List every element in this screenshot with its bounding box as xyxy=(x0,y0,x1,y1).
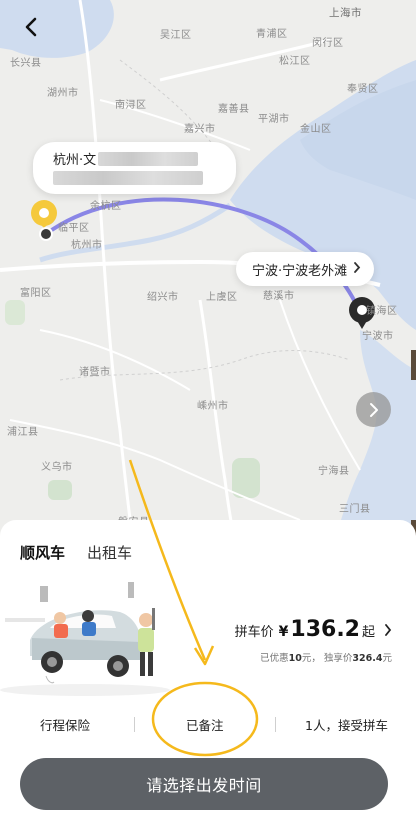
map-label-nanxun: 南浔区 xyxy=(115,100,147,111)
map-label-ningbo: 宁波市 xyxy=(362,331,394,342)
chevron-right-icon xyxy=(369,402,378,417)
discount-unit: 元， xyxy=(301,653,321,664)
map-label-shaoxing: 绍兴市 xyxy=(147,292,179,303)
tab-taxi[interactable]: 出租车 xyxy=(87,542,132,563)
map-label-sanmen: 三门县 xyxy=(339,504,371,515)
chevron-right-icon xyxy=(353,262,361,276)
chevron-left-icon xyxy=(25,17,37,37)
origin-address-detail-redacted xyxy=(53,171,203,185)
map-label-zhuji: 诸暨市 xyxy=(79,367,111,378)
map-label-yiwu: 义乌市 xyxy=(41,462,73,473)
tab-carpool-label: 顺风车 xyxy=(20,544,66,562)
tab-taxi-label: 出租车 xyxy=(87,544,133,562)
exclusive-prefix: 独享价 xyxy=(323,653,353,664)
booking-panel: 顺风车 出租车 拼车价 ¥ 136.2 起 已优惠10元， 独享价326.4元 … xyxy=(0,520,416,824)
tab-carpool[interactable]: 顺风车 xyxy=(13,542,72,565)
edge-thumbnail xyxy=(411,350,416,380)
map-label-shengzhou: 嵊州市 xyxy=(197,401,229,412)
currency-symbol: ¥ xyxy=(278,624,289,640)
passengers-option[interactable]: 1人，接受拼车 xyxy=(305,715,388,734)
map-label-hangzhou: 杭州市 xyxy=(71,240,103,251)
map-label-fengxian: 奉贤区 xyxy=(347,84,379,95)
map-label-pujiang: 浦江县 xyxy=(7,427,39,438)
price-value: 136.2 xyxy=(290,617,360,642)
map-label-jinshan: 金山区 xyxy=(300,124,332,135)
map-label-shanghai: 上海市 xyxy=(329,7,362,19)
service-tabs: 顺风车 出租车 xyxy=(13,542,154,565)
select-departure-time-button[interactable]: 请选择出发时间 xyxy=(20,758,388,810)
map-label-songjiang: 松江区 xyxy=(279,56,311,67)
origin-address-bubble[interactable]: 杭州·文 xyxy=(33,142,236,194)
map-label-changxing: 长兴县 xyxy=(10,58,42,69)
map-label-shangyu: 上虞区 xyxy=(206,292,238,303)
map-label-huzhou: 湖州市 xyxy=(47,88,79,99)
chevron-right-icon xyxy=(384,624,392,640)
map-label-linping: 临平区 xyxy=(58,223,90,234)
map-label-jiaxing: 嘉兴市 xyxy=(184,124,216,135)
map-label-wujiang: 吴江区 xyxy=(160,30,192,41)
map-label-fuyang: 富阳区 xyxy=(20,288,52,299)
map-label-jiashan: 嘉善县 xyxy=(218,104,250,115)
divider xyxy=(275,717,276,732)
origin-address-redacted xyxy=(98,151,199,166)
origin-pin xyxy=(31,200,57,241)
carpool-illustration xyxy=(0,582,170,696)
trip-options: 行程保险 已备注 1人，接受拼车 xyxy=(0,710,416,740)
destination-address-bubble[interactable]: 宁波·宁波老外滩 xyxy=(236,252,374,286)
price-label: 拼车价 xyxy=(234,625,274,640)
map-label-yuhang: 余杭区 xyxy=(90,201,122,212)
back-button[interactable] xyxy=(16,12,46,42)
note-option[interactable]: 已备注 xyxy=(186,715,224,734)
map-label-qingpu: 青浦区 xyxy=(256,29,288,40)
origin-city: 杭州·文 xyxy=(53,153,97,168)
discount-info: 已优惠10元， 独享价326.4元 xyxy=(260,650,392,664)
map-label-pinghu: 平湖市 xyxy=(258,114,290,125)
exclusive-unit: 元 xyxy=(382,653,392,664)
price-suffix: 起 xyxy=(361,625,375,640)
destination-text: 宁波·宁波老外滩 xyxy=(252,263,348,279)
discount-prefix: 已优惠 xyxy=(260,653,289,664)
divider xyxy=(134,717,135,732)
discount-amount: 10 xyxy=(288,653,302,664)
map-label-cixi: 慈溪市 xyxy=(263,291,295,302)
map-next-button[interactable] xyxy=(356,392,391,427)
price-row[interactable]: 拼车价 ¥ 136.2 起 xyxy=(235,617,392,642)
route-map[interactable]: 上海市 吴江区 青浦区 闵行区 长兴县 松江区 湖州市 奉贤区 南浔区 嘉善县 … xyxy=(0,0,416,560)
map-label-zhenhai: 镇海区 xyxy=(366,306,398,317)
map-label-minhang: 闵行区 xyxy=(312,38,344,49)
insurance-option[interactable]: 行程保险 xyxy=(40,715,90,734)
exclusive-amount: 326.4 xyxy=(352,653,383,664)
map-label-ninghai: 宁海县 xyxy=(318,466,350,477)
